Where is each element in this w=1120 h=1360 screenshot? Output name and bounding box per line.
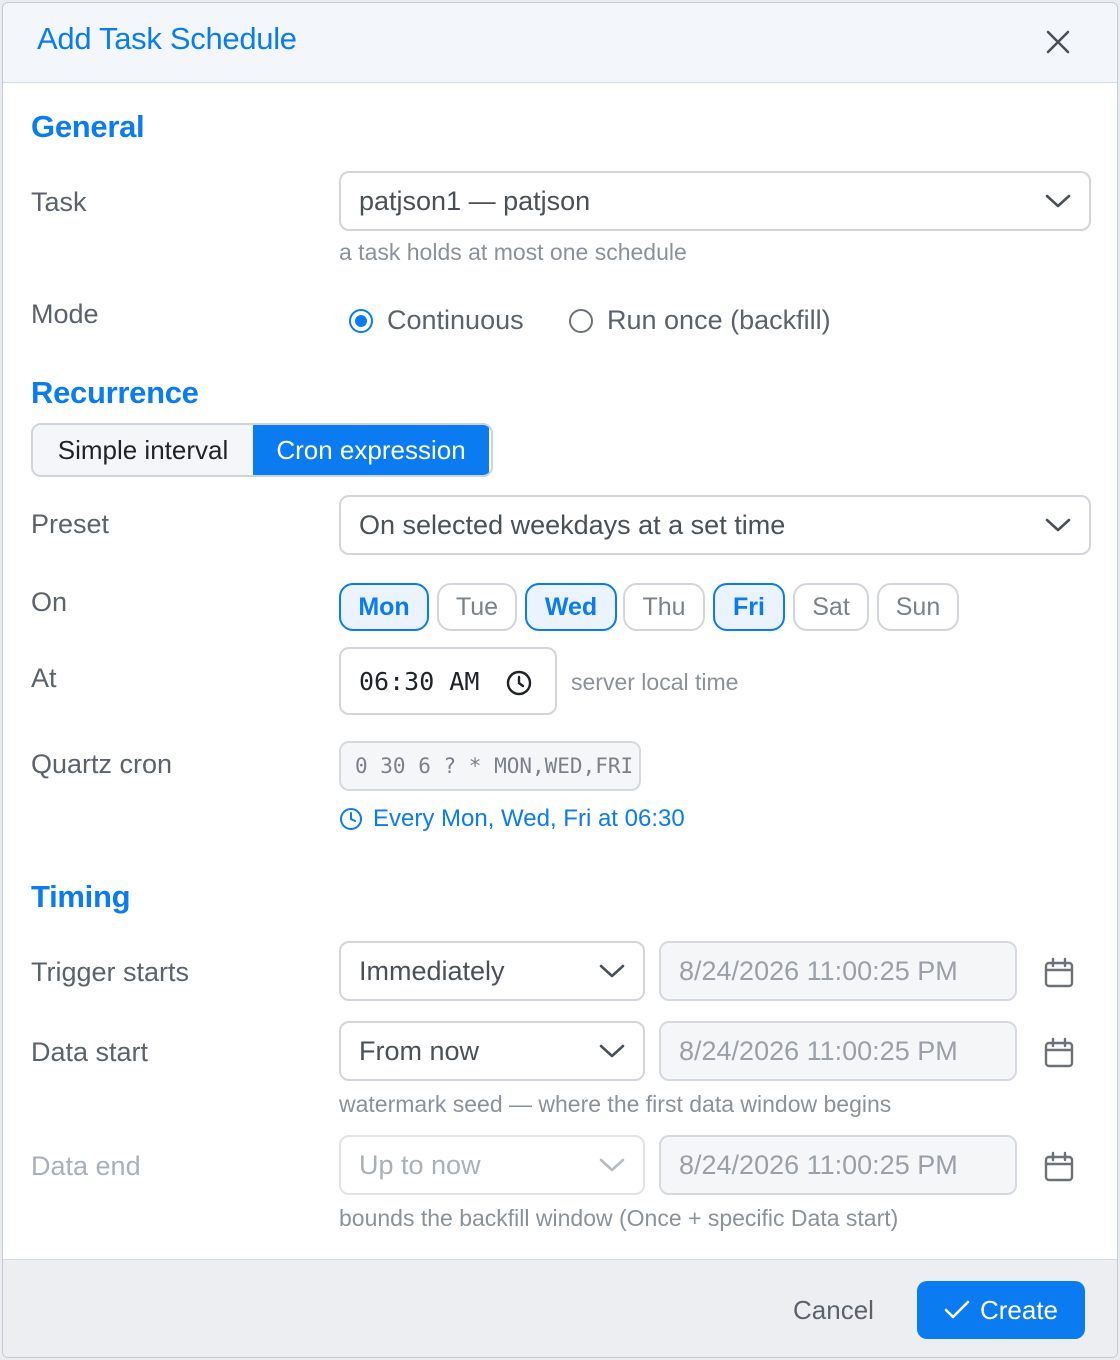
task-label: Task <box>31 187 87 217</box>
add-task-schedule-dialog: Add Task Schedule General Task patjson1 … <box>2 2 1118 1358</box>
cancel-button[interactable]: Cancel <box>793 1295 874 1326</box>
dialog-title: Add Task Schedule <box>37 21 297 56</box>
recurrence-type-toggle: Simple interval Cron expression <box>31 423 493 477</box>
preset-select[interactable]: On selected weekdays at a set time <box>339 495 1091 555</box>
data-start-value: From now <box>359 1035 480 1066</box>
mode-option-continuous[interactable]: Continuous <box>349 305 524 336</box>
trigger-starts-datetime[interactable]: 8/24/2026 11:00:25 PM <box>659 941 1017 1001</box>
trigger-starts-value: Immediately <box>359 955 505 986</box>
data-end-datetime[interactable]: 8/24/2026 11:00:25 PM <box>659 1135 1017 1195</box>
day-chip-fri[interactable]: Fri <box>713 583 785 631</box>
task-select[interactable]: patjson1 — patjson <box>339 171 1091 231</box>
at-time-value: 06:30 AM <box>359 666 480 696</box>
chevron-down-icon <box>1045 194 1071 208</box>
chevron-down-icon <box>599 964 625 978</box>
task-select-value: patjson1 — patjson <box>359 185 591 216</box>
day-chip-thu[interactable]: Thu <box>623 583 705 631</box>
data-start-select[interactable]: From now <box>339 1021 645 1081</box>
chevron-down-icon <box>599 1158 625 1172</box>
calendar-icon[interactable] <box>1043 1037 1075 1069</box>
day-chip-mon[interactable]: Mon <box>339 583 429 631</box>
data-end-value: Up to now <box>359 1149 481 1180</box>
radio-checked-icon <box>349 308 373 333</box>
day-chip-tue[interactable]: Tue <box>437 583 517 631</box>
tab-simple-interval[interactable]: Simple interval <box>33 425 253 475</box>
clock-icon[interactable] <box>505 669 533 697</box>
on-label: On <box>31 587 68 617</box>
quartz-cron-value: 0 30 6 ? * MON,WED,FRI <box>339 741 641 791</box>
quartz-cron-label: Quartz cron <box>31 749 173 779</box>
chevron-down-icon <box>1045 518 1071 532</box>
trigger-starts-label: Trigger starts <box>31 957 190 987</box>
create-button[interactable]: Create <box>917 1281 1085 1339</box>
chevron-down-icon <box>599 1044 625 1058</box>
clock-icon <box>340 808 362 830</box>
day-chip-wed[interactable]: Wed <box>525 583 617 631</box>
data-start-hint: watermark seed — where the first data wi… <box>339 1091 892 1117</box>
mode-option-label: Run once (backfill) <box>607 305 831 335</box>
create-button-label: Create <box>979 1294 1059 1325</box>
task-hint: a task holds at most one schedule <box>339 239 687 265</box>
cron-summary-text: Every Mon, Wed, Fri at 06:30 <box>373 805 685 832</box>
trigger-starts-select[interactable]: Immediately <box>339 941 645 1001</box>
day-chip-sat[interactable]: Sat <box>793 583 869 631</box>
data-end-hint: bounds the backfill window (Once + speci… <box>339 1205 899 1231</box>
radio-unchecked-icon <box>569 308 593 333</box>
at-label: At <box>31 663 57 693</box>
cron-summary: Every Mon, Wed, Fri at 06:30 <box>339 805 685 833</box>
mode-option-run-once[interactable]: Run once (backfill) <box>569 305 831 336</box>
calendar-icon[interactable] <box>1043 957 1075 989</box>
section-general: General <box>31 109 145 144</box>
data-start-label: Data start <box>31 1037 149 1067</box>
tab-cron-expression[interactable]: Cron expression <box>253 425 489 475</box>
data-end-select[interactable]: Up to now <box>339 1135 645 1195</box>
mode-option-label: Continuous <box>387 305 524 335</box>
data-start-datetime[interactable]: 8/24/2026 11:00:25 PM <box>659 1021 1017 1081</box>
at-hint: server local time <box>571 669 739 695</box>
section-timing: Timing <box>31 879 131 914</box>
at-time-input[interactable]: 06:30 AM <box>339 647 557 715</box>
mode-label: Mode <box>31 299 99 329</box>
preset-label: Preset <box>31 509 110 539</box>
preset-select-value: On selected weekdays at a set time <box>359 509 786 540</box>
calendar-icon[interactable] <box>1043 1151 1075 1183</box>
check-icon <box>944 1300 970 1319</box>
section-recurrence: Recurrence <box>31 375 199 410</box>
close-icon[interactable] <box>1043 27 1073 57</box>
data-end-label: Data end <box>31 1151 141 1181</box>
dialog-header: Add Task Schedule <box>3 3 1117 83</box>
day-chip-sun[interactable]: Sun <box>877 583 959 631</box>
